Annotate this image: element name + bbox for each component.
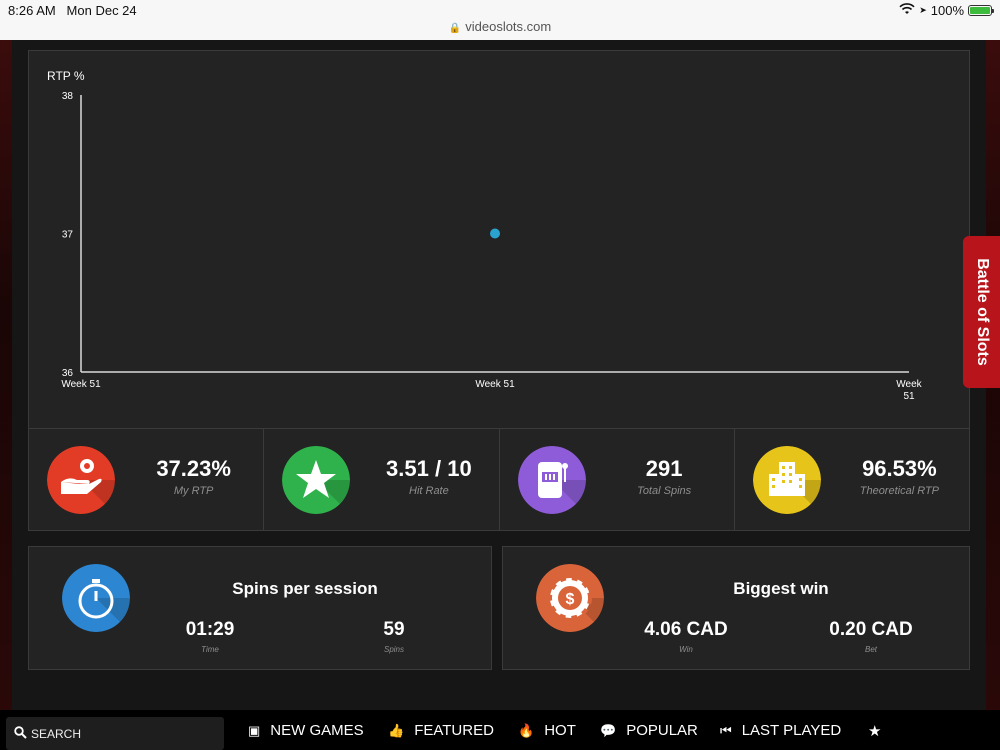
- x-tick-label: Week 51: [61, 379, 101, 390]
- nav-popular-label: POPULAR: [626, 722, 698, 739]
- thumbs-up-icon: 👍: [388, 722, 405, 738]
- casino-building-icon: [752, 446, 821, 514]
- y-tick-label: 36: [62, 368, 74, 379]
- nav-featured[interactable]: 👍 FEATURED: [388, 722, 494, 739]
- hit-rate-label: Hit Rate: [409, 485, 449, 497]
- battery-percent: 100%: [930, 3, 964, 18]
- spins-per-session-title: Spins per session: [232, 579, 378, 598]
- y-tick-label: 38: [62, 91, 74, 102]
- stat-total-spins: 291 Total Spins: [498, 428, 735, 531]
- nav-new-games-label: NEW GAMES: [270, 722, 364, 739]
- session-spins-value: 59: [383, 619, 405, 640]
- biggest-win-title: Biggest win: [733, 579, 829, 598]
- battle-of-slots-tab[interactable]: Battle of Slots: [963, 236, 1000, 388]
- nav-featured-label: FEATURED: [414, 722, 494, 739]
- y-tick-label: 37: [62, 230, 74, 241]
- stat-my-rtp: 37.23% My RTP: [28, 428, 265, 531]
- nav-hot[interactable]: 🔥 HOT: [518, 722, 576, 739]
- nav-last-played[interactable]: ⏮ LAST PLAYED: [720, 722, 841, 739]
- favorites-star-icon[interactable]: ★: [868, 722, 881, 740]
- speech-bubble-icon: 💬: [600, 722, 617, 738]
- session-time-label: Time: [201, 645, 219, 654]
- stopwatch-icon: [62, 564, 130, 632]
- address-bar[interactable]: 🔒 videoslots.com: [0, 19, 1000, 34]
- win-value: 4.06 CAD: [644, 619, 728, 640]
- casino-chip-icon: $: [536, 564, 604, 632]
- session-time-value: 01:29: [185, 619, 235, 640]
- stat-theoretical-rtp: 96.53% Theoretical RTP: [733, 428, 970, 531]
- session-spins-label: Spins: [383, 645, 404, 654]
- status-time: 8:26 AM Mon Dec 24: [8, 3, 137, 18]
- hit-rate-value: 3.51 / 10: [386, 456, 472, 481]
- url-text: videoslots.com: [465, 19, 552, 34]
- my-rtp-label: My RTP: [173, 485, 214, 497]
- nav-new-games[interactable]: ▣ NEW GAMES: [248, 722, 364, 739]
- status-bar: 8:26 AM Mon Dec 24 ➤ 100% 🔒 videoslots.co…: [0, 0, 1000, 40]
- star-icon: [282, 446, 351, 514]
- dice-icon: ▣: [248, 722, 261, 738]
- coin-hand-icon: [47, 446, 115, 514]
- y-axis-title: RTP %: [47, 69, 85, 83]
- flame-icon: 🔥: [518, 722, 535, 738]
- my-rtp-value: 37.23%: [156, 456, 231, 481]
- biggest-win-panel: $ Biggest win 4.06 CAD Win 0.20 CAD Bet: [502, 546, 970, 670]
- theoretical-rtp-label: Theoretical RTP: [859, 485, 940, 497]
- svg-text:$: $: [566, 591, 575, 608]
- total-spins-value: 291: [645, 456, 683, 481]
- wifi-icon: [899, 3, 915, 18]
- search-button[interactable]: SEARCH: [6, 717, 224, 750]
- rtp-chart-panel: RTP % 38 37 36 Week 51 Week 51 Week 51: [28, 50, 970, 429]
- win-label: Win: [679, 645, 693, 654]
- location-icon: ➤: [919, 5, 927, 15]
- rtp-chart: RTP %383736Week 51 Week 51 Week51: [47, 69, 923, 402]
- x-tick-label: 51: [903, 391, 915, 402]
- search-label: SEARCH: [31, 726, 82, 741]
- battle-of-slots-label: Battle of Slots: [973, 258, 991, 366]
- slot-machine-icon: [517, 446, 586, 514]
- spins-per-session-panel: Spins per session 01:29 Time 59 Spins: [28, 546, 492, 670]
- stats-row: 37.23% My RTP 3.51 / 10 Hit Rate 291 Tot…: [28, 428, 970, 531]
- bet-value: 0.20 CAD: [829, 619, 913, 640]
- nav-last-played-label: LAST PLAYED: [741, 722, 842, 739]
- theoretical-rtp-value: 96.53%: [862, 456, 937, 481]
- nav-hot-label: HOT: [544, 722, 576, 739]
- lock-icon: 🔒: [448, 23, 462, 34]
- data-point: [490, 228, 500, 239]
- bottom-navigation: SEARCH ▣ NEW GAMES 👍 FEATURED 🔥 HOT 💬 PO…: [0, 710, 1000, 750]
- status-indicators: ➤ 100%: [899, 3, 994, 18]
- background-edge-left: [0, 40, 12, 710]
- search-icon: [14, 725, 27, 742]
- x-tick-label: Week 51: [475, 379, 515, 390]
- x-tick-label: Week: [896, 379, 922, 390]
- stat-hit-rate: 3.51 / 10 Hit Rate: [263, 428, 500, 531]
- nav-popular[interactable]: 💬 POPULAR: [600, 722, 698, 739]
- rewind-icon: ⏮: [720, 722, 732, 738]
- bet-label: Bet: [864, 645, 877, 654]
- battery-icon: [968, 5, 994, 16]
- total-spins-label: Total Spins: [637, 485, 692, 497]
